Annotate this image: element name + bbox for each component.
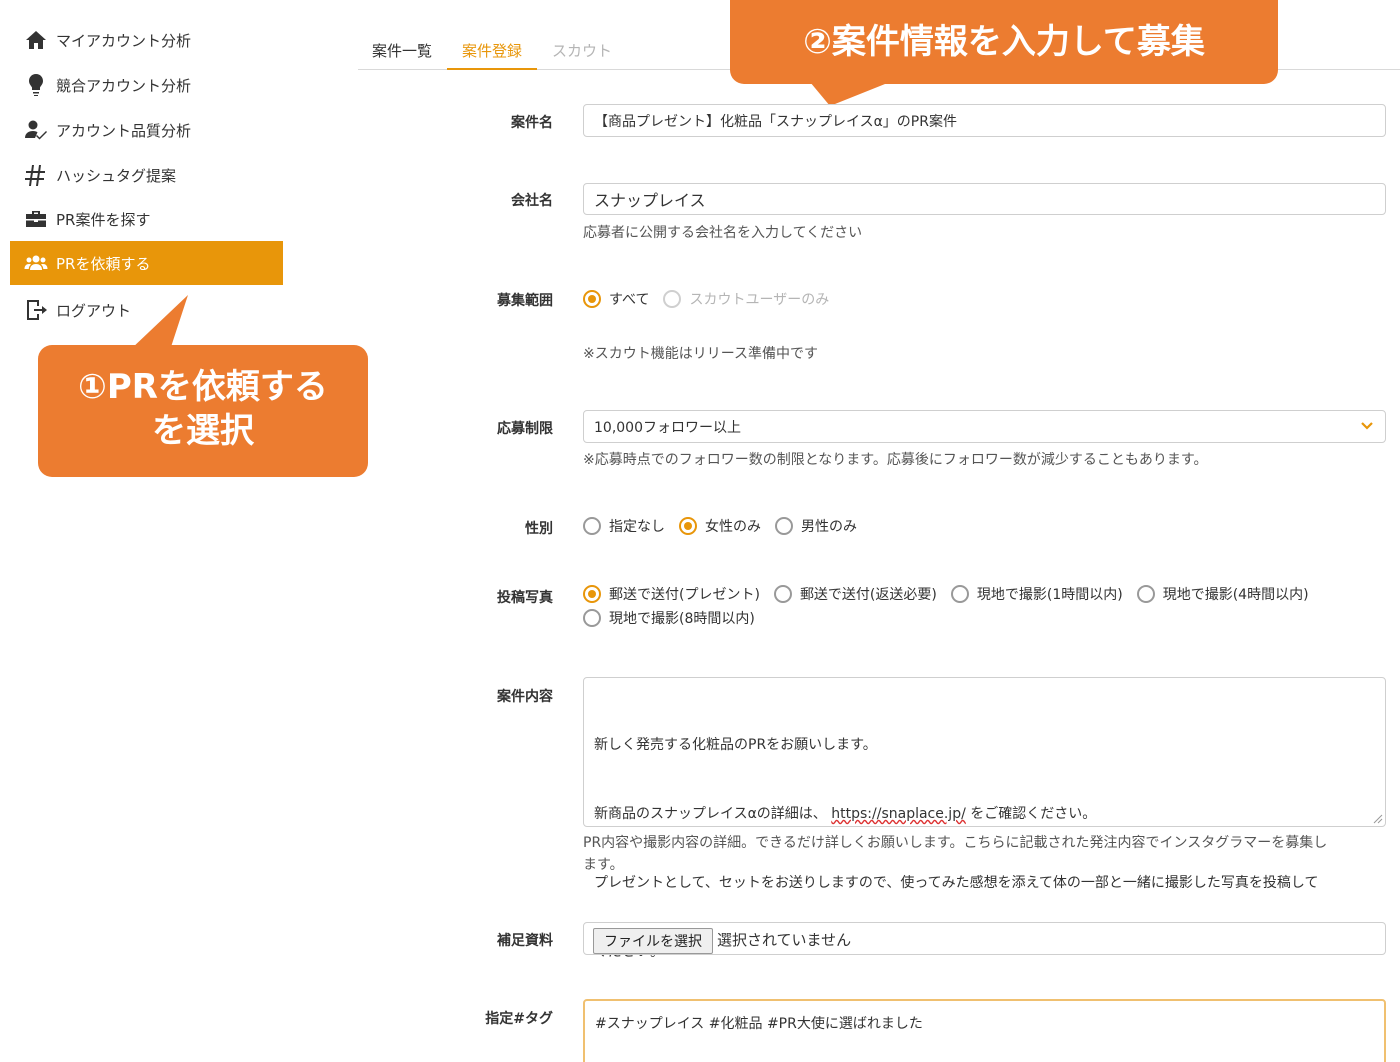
option-label: 現地で撮影(1時間以内) (976, 587, 1123, 603)
gender-label: 性別 (525, 521, 553, 537)
attachment-file-input[interactable]: ファイルを選択 選択されていません (583, 922, 1386, 955)
content-label: 案件内容 (497, 689, 553, 705)
content-text: をご確認ください。 (965, 806, 1097, 822)
photo-option-onsite-8h[interactable]: 現地で撮影(8時間以内) (583, 608, 755, 628)
title-input[interactable]: 【商品プレゼント】化粧品「スナップレイスα」のPR案件 (583, 104, 1386, 137)
scope-help: ※スカウト機能はリリース準備中です (583, 346, 819, 362)
photo-option-onsite-1h[interactable]: 現地で撮影(1時間以内) (950, 584, 1123, 604)
limit-help: ※応募時点でのフォロワー数の制限となります。応募後にフォロワー数が減少することも… (583, 452, 1208, 468)
photo-label: 投稿写真 (497, 590, 553, 606)
scope-option-scout[interactable]: スカウトユーザーのみ (663, 289, 829, 309)
tab-list[interactable]: 案件一覧 (372, 40, 432, 70)
sidebar-item-label: PRを依頼する (56, 254, 151, 273)
file-status: 選択されていません (717, 931, 852, 949)
lightbulb-icon (22, 71, 50, 99)
radio-unchecked[interactable] (773, 585, 792, 603)
photo-option-onsite-4h[interactable]: 現地で撮影(4時間以内) (1136, 584, 1309, 604)
sidebar-item-label: マイアカウント分析 (56, 31, 192, 50)
radio-unchecked[interactable] (583, 609, 601, 627)
home-icon (22, 26, 50, 54)
tags-textarea[interactable]: #スナップレイス #化粧品 #PR大使に選ばれました (583, 999, 1386, 1062)
gender-option-female[interactable]: 女性のみ (679, 516, 761, 536)
option-label: 郵送で送付(返送必要) (799, 587, 937, 603)
tab-register[interactable]: 案件登録 (447, 40, 538, 70)
content-line: 新商品のスナップレイスαの詳細は、 https://snaplace.jp/ を… (594, 803, 1375, 826)
logout-icon (22, 296, 50, 324)
sidebar-item-label: アカウント品質分析 (56, 121, 192, 140)
radio-disabled[interactable] (663, 290, 682, 308)
attachment-label: 補足資料 (497, 933, 553, 949)
callout-enter-info: ②案件情報を入力して募集 (730, 0, 1278, 84)
sidebar-item-label: ハッシュタグ提案 (56, 166, 177, 185)
content-line: 新しく発売する化粧品のPRをお願いします。 (594, 737, 877, 753)
gender-radio-group: 指定なし 女性のみ 男性のみ (583, 516, 871, 536)
callout-1-line1: ①PRを依頼する (78, 367, 328, 407)
tags-label: 指定#タグ (485, 1011, 553, 1027)
option-label: すべて (609, 292, 650, 308)
sidebar-item-label: PR案件を探す (56, 210, 151, 229)
radio-checked[interactable] (583, 290, 601, 308)
option-label: 指定なし (609, 519, 665, 535)
scope-option-all[interactable]: すべて (583, 289, 649, 309)
option-label: 現地で撮影(8時間以内) (609, 611, 755, 627)
choose-file-button[interactable]: ファイルを選択 (593, 928, 713, 954)
scope-label: 募集範囲 (497, 293, 553, 309)
tab-scout[interactable]: スカウト (552, 40, 612, 70)
title-label: 案件名 (511, 115, 553, 131)
resize-handle-icon[interactable] (1373, 814, 1383, 824)
content-text: 新商品のスナップレイスαの詳細は、 (594, 806, 832, 822)
sidebar-item-find-pr[interactable]: PR案件を探す (10, 197, 283, 241)
limit-label: 応募制限 (497, 421, 553, 437)
sidebar-item-competitor[interactable]: 競合アカウント分析 (10, 63, 283, 107)
callout-1-line2: を選択 (152, 411, 254, 451)
hashtag-icon (22, 161, 50, 189)
limit-value: 10,000フォロワー以上 (594, 419, 741, 436)
photo-radio-group: 郵送で送付(プレゼント) 郵送で送付(返送必要) 現地で撮影(1時間以内) 現地… (583, 584, 1323, 604)
radio-unchecked[interactable] (950, 585, 969, 603)
limit-select[interactable]: 10,000フォロワー以上 (583, 410, 1386, 443)
content-url: https://snaplace.jp/ (831, 806, 966, 822)
content-help: PR内容や撮影内容の詳細。できるだけ詳しくお願いします。こちらに記載された発注内… (583, 832, 1386, 876)
sidebar: マイアカウント分析 競合アカウント分析 アカウント品質分析 ハッシュタグ提案 P… (0, 0, 290, 1062)
option-label: 男性のみ (801, 519, 857, 535)
content-help-line: PR内容や撮影内容の詳細。できるだけ詳しくお願いします。こちらに記載された発注内… (583, 835, 1328, 851)
photo-radio-group-row2: 現地で撮影(8時間以内) (583, 608, 769, 628)
photo-option-mail-present[interactable]: 郵送で送付(プレゼント) (583, 584, 760, 604)
radio-unchecked[interactable] (583, 517, 601, 535)
option-label: 女性のみ (705, 519, 761, 535)
gender-option-male[interactable]: 男性のみ (775, 516, 857, 536)
sidebar-item-quality[interactable]: アカウント品質分析 (10, 108, 283, 152)
callout-select-request-pr: ①PRを依頼する を選択 (38, 345, 368, 477)
sidebar-item-my-account[interactable]: マイアカウント分析 (10, 18, 283, 62)
company-input[interactable]: スナップレイス (583, 183, 1386, 215)
tags-value: #スナップレイス #化粧品 #PR大使に選ばれました (595, 1016, 923, 1032)
user-check-icon (22, 116, 50, 144)
company-help: 応募者に公開する会社名を入力してください (583, 225, 863, 241)
sidebar-item-hashtag[interactable]: ハッシュタグ提案 (10, 153, 283, 197)
photo-option-mail-return[interactable]: 郵送で送付(返送必要) (773, 584, 937, 604)
content-help-line: ます。 (583, 857, 624, 873)
chevron-down-icon (1361, 422, 1373, 430)
gender-option-none[interactable]: 指定なし (583, 516, 665, 536)
radio-unchecked[interactable] (775, 517, 793, 535)
title-value: 【商品プレゼント】化粧品「スナップレイスα」のPR案件 (594, 113, 957, 130)
radio-unchecked[interactable] (1136, 585, 1155, 603)
sidebar-item-request-pr[interactable]: PRを依頼する (10, 241, 283, 285)
radio-checked[interactable] (583, 585, 601, 603)
option-label: 現地で撮影(4時間以内) (1162, 587, 1309, 603)
radio-checked[interactable] (679, 517, 697, 535)
content-textarea[interactable]: 新しく発売する化粧品のPRをお願いします。 新商品のスナップレイスαの詳細は、 … (583, 677, 1386, 960)
scope-radio-group: すべて スカウトユーザーのみ (583, 289, 843, 309)
option-label: 郵送で送付(プレゼント) (609, 587, 760, 603)
sidebar-item-label: 競合アカウント分析 (56, 76, 192, 95)
sidebar-item-label: ログアウト (56, 301, 132, 320)
briefcase-icon (22, 205, 50, 233)
company-value: スナップレイス (594, 191, 706, 210)
company-label: 会社名 (511, 193, 553, 209)
users-icon (22, 249, 50, 277)
option-label: スカウトユーザーのみ (689, 292, 830, 308)
